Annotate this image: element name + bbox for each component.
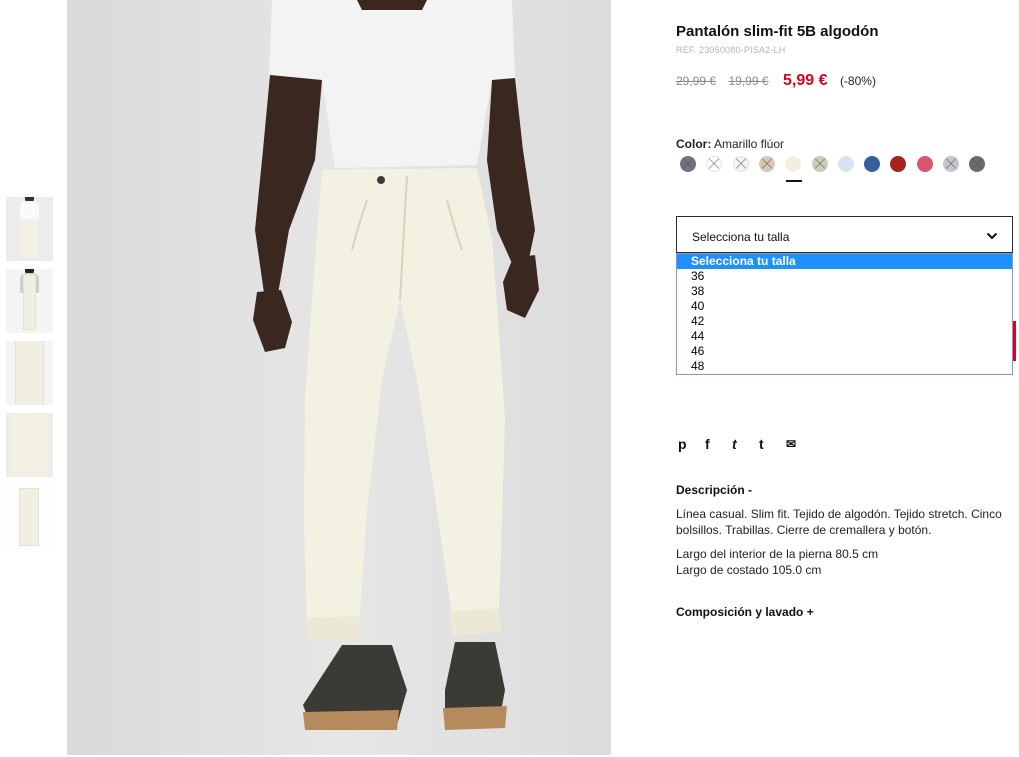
swatch-light-blue[interactable]: [837, 156, 854, 172]
facebook-icon[interactable]: f: [705, 436, 710, 452]
size-select[interactable]: Selecciona tu talla: [676, 216, 1013, 253]
add-to-bag-button-edge[interactable]: [1013, 321, 1016, 361]
size-option-46[interactable]: 46: [677, 344, 1012, 359]
size-option-38[interactable]: 38: [677, 284, 1012, 299]
swatch-white-2[interactable]: [732, 156, 749, 172]
chevron-down-icon: [986, 229, 998, 247]
description-text: Línea casual. Slim fit. Tejido de algodó…: [676, 507, 1002, 537]
swatch-cream[interactable]: [785, 156, 802, 172]
size-option-48[interactable]: 48: [677, 359, 1012, 374]
swatch-beige[interactable]: [758, 156, 775, 172]
swatch-sage[interactable]: [811, 156, 828, 172]
sale-price: 5,99 €: [783, 72, 828, 89]
product-main-image[interactable]: [67, 0, 611, 755]
twitter-icon[interactable]: t: [732, 436, 737, 452]
size-select-label: Selecciona tu talla: [692, 230, 790, 244]
model-illustration: [253, 0, 539, 730]
email-icon[interactable]: ✉: [786, 437, 796, 453]
swatch-blue[interactable]: [864, 156, 881, 172]
discount-badge: (-80%): [839, 74, 876, 88]
size-option-42[interactable]: 42: [677, 314, 1012, 329]
thumbnail-1[interactable]: [6, 197, 53, 261]
description-heading[interactable]: Descripción -: [676, 483, 752, 497]
thumbnail-list: [6, 197, 53, 557]
swatch-charcoal[interactable]: [969, 156, 986, 172]
swatch-pink[interactable]: [916, 156, 933, 172]
outseam-measurement: Largo de costado 105.0 cm: [676, 562, 822, 577]
thumbnail-4[interactable]: [6, 413, 53, 477]
color-swatch-list: [680, 156, 1000, 176]
size-dropdown-list: Selecciona tu talla 36 38 40 42 44 46 48: [676, 253, 1013, 375]
size-option-placeholder[interactable]: Selecciona tu talla: [677, 254, 1012, 269]
tumblr-icon[interactable]: t: [759, 436, 764, 452]
price-block: 29,99 € 19,99 € 5,99 € (-80%): [676, 72, 876, 90]
thumbnail-3[interactable]: [6, 341, 53, 405]
thumbnail-5[interactable]: [6, 485, 53, 549]
size-option-40[interactable]: 40: [677, 299, 1012, 314]
original-price: 29,99 €: [676, 74, 717, 88]
swatch-red[interactable]: [890, 156, 907, 172]
inseam-measurement: Largo del interior de la pierna 80.5 cm: [676, 547, 879, 561]
swatch-light-grey[interactable]: [943, 156, 959, 172]
product-title: Pantalón slim-fit 5B algodón: [676, 23, 879, 40]
size-option-44[interactable]: 44: [677, 329, 1012, 344]
composition-heading[interactable]: Composición y lavado +: [676, 605, 814, 619]
selected-color-name: Amarillo flúor: [714, 137, 785, 151]
color-label: Color: Amarillo flúor: [676, 137, 785, 151]
thumbnail-2[interactable]: [6, 269, 53, 333]
product-reference: REF. 23050080-PISA2-LH: [676, 45, 786, 55]
measurements: Largo del interior de la pierna 80.5 cm …: [676, 547, 878, 578]
swatch-grey-dark[interactable]: [680, 156, 696, 172]
size-option-36[interactable]: 36: [677, 269, 1012, 284]
swatch-white-1[interactable]: [706, 156, 723, 172]
previous-price: 19,99 €: [728, 74, 769, 88]
selected-swatch-indicator: [786, 180, 802, 182]
pinterest-icon[interactable]: p: [678, 436, 687, 452]
